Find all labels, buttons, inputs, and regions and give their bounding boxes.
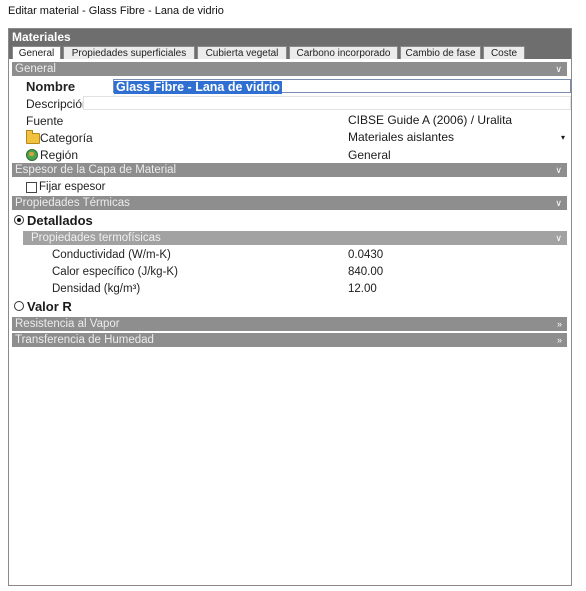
- nombre-row: Nombre Glass Fibre - Lana de vidrio: [12, 78, 571, 95]
- tab-propiedades-superficiales[interactable]: Propiedades superficiales: [63, 46, 195, 59]
- nombre-label: Nombre: [26, 79, 76, 94]
- collapse-chevron-icon[interactable]: ∨: [555, 163, 562, 177]
- expand-chevron-icon[interactable]: »: [557, 333, 562, 347]
- tab-bar: General Propiedades superficiales Cubier…: [9, 45, 571, 59]
- fuente-field[interactable]: CIBSE Guide A (2006) / Uralita: [342, 113, 571, 128]
- fuente-row: Fuente CIBSE Guide A (2006) / Uralita: [12, 112, 571, 129]
- valor-r-row: Valor R: [12, 298, 567, 317]
- section-title: Propiedades Térmicas: [15, 197, 130, 209]
- detallados-radio[interactable]: [14, 215, 24, 225]
- densidad-label: Densidad (kg/m³): [52, 283, 141, 295]
- expand-chevron-icon[interactable]: »: [557, 317, 562, 331]
- window-title: Editar material - Glass Fibre - Lana de …: [8, 5, 224, 17]
- tab-carbono-incorporado[interactable]: Carbono incorporado: [289, 46, 398, 59]
- folder-icon: [26, 130, 40, 144]
- collapse-chevron-icon[interactable]: ∨: [555, 231, 562, 245]
- section-title: Transferencia de Humedad: [15, 334, 154, 346]
- fuente-label: Fuente: [26, 114, 64, 128]
- tab-cubierta-vegetal[interactable]: Cubierta vegetal: [197, 46, 287, 59]
- conductividad-row: Conductividad (W/m-K) 0.0430: [12, 247, 571, 264]
- categoria-row: Categoría Materiales aislantes ▾: [12, 129, 571, 146]
- conductividad-input[interactable]: 0.0430: [342, 248, 571, 263]
- tab-coste[interactable]: Coste: [483, 46, 525, 59]
- region-row: Región General: [12, 146, 567, 163]
- categoria-label: Categoría: [40, 131, 93, 145]
- descripcion-row: Descripción: [12, 95, 571, 112]
- region-label: Región: [40, 148, 79, 162]
- section-title: General: [15, 63, 56, 75]
- section-title: Espesor de la Capa de Material: [15, 164, 177, 176]
- nombre-input[interactable]: Glass Fibre - Lana de vidrio: [113, 79, 571, 94]
- densidad-input[interactable]: 12.00: [342, 282, 571, 297]
- subsection-title: Propiedades termofísicas: [31, 232, 161, 244]
- collapse-chevron-icon[interactable]: ∨: [555, 196, 562, 210]
- tab-general[interactable]: General: [12, 46, 61, 59]
- tab-cambio-de-fase[interactable]: Cambio de fase: [400, 46, 481, 59]
- valor-r-label[interactable]: Valor R: [27, 299, 72, 314]
- collapse-chevron-icon[interactable]: ∨: [555, 62, 562, 76]
- detallados-label[interactable]: Detallados: [27, 213, 93, 228]
- section-vapor-header[interactable]: Resistencia al Vapor »: [12, 317, 567, 331]
- densidad-row: Densidad (kg/m³) 12.00: [12, 281, 571, 298]
- region-value[interactable]: General: [348, 148, 391, 162]
- fijar-espesor-checkbox[interactable]: [26, 182, 37, 193]
- panel-header: Materiales: [9, 29, 571, 45]
- categoria-value: Materiales aislantes: [348, 130, 455, 144]
- descripcion-label: Descripción: [26, 97, 89, 111]
- section-termicas-header[interactable]: Propiedades Térmicas ∨: [12, 196, 567, 210]
- calor-especifico-label: Calor específico (J/kg-K): [52, 266, 178, 278]
- categoria-select[interactable]: Materiales aislantes ▾: [342, 130, 571, 145]
- descripcion-input[interactable]: [83, 96, 571, 110]
- subsection-termofisicas-header[interactable]: Propiedades termofísicas ∨: [23, 231, 567, 245]
- dropdown-arrow-icon[interactable]: ▾: [561, 130, 565, 145]
- section-general-header[interactable]: General ∨: [12, 62, 567, 76]
- nombre-value: Glass Fibre - Lana de vidrio: [114, 80, 282, 94]
- fijar-espesor-label[interactable]: Fijar espesor: [39, 181, 105, 193]
- material-editor-panel: Materiales General Propiedades superfici…: [8, 28, 572, 586]
- calor-especifico-input[interactable]: 840.00: [342, 265, 571, 280]
- calor-especifico-row: Calor específico (J/kg-K) 840.00: [12, 264, 571, 281]
- fijar-espesor-row: Fijar espesor: [12, 179, 567, 196]
- section-title: Resistencia al Vapor: [15, 318, 120, 330]
- globe-icon: [26, 149, 38, 161]
- conductividad-label: Conductividad (W/m-K): [52, 249, 171, 261]
- section-humedad-header[interactable]: Transferencia de Humedad »: [12, 333, 567, 347]
- valor-r-radio[interactable]: [14, 301, 24, 311]
- detallados-row: Detallados: [12, 212, 567, 231]
- tab-content-general: General ∨ Nombre Glass Fibre - Lana de v…: [12, 62, 571, 349]
- section-espesor-header[interactable]: Espesor de la Capa de Material ∨: [12, 163, 567, 177]
